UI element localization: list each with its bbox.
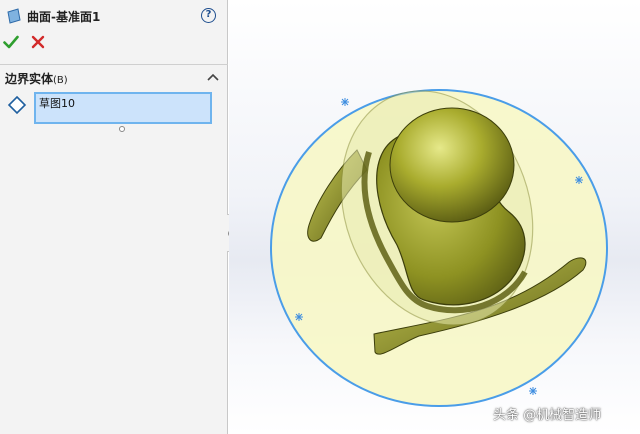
graphics-viewport[interactable] [229, 0, 640, 434]
model-head [389, 107, 515, 223]
chevron-up-icon[interactable] [207, 72, 219, 82]
listbox-resize-handle[interactable] [119, 126, 125, 132]
list-item[interactable]: 草图10 [39, 95, 75, 111]
feature-title-row: 曲面-基准面1 [6, 7, 100, 25]
close-icon[interactable] [30, 34, 46, 50]
model-view [270, 89, 608, 407]
help-icon[interactable]: ? [201, 8, 216, 23]
check-icon[interactable] [3, 34, 19, 50]
feature-title: 曲面-基准面1 [27, 9, 101, 24]
property-manager-panel: 曲面-基准面1 ? 边界实体(B) 草图10 [0, 0, 228, 434]
section-shortcut: (B) [53, 75, 68, 86]
section-divider [0, 64, 228, 65]
section-label: 边界实体 [5, 72, 54, 86]
boundary-entities-listbox[interactable]: 草图10 [34, 92, 212, 124]
watermark-text: 头条 @机械智造师 [493, 408, 602, 423]
boundary-diamond-icon [7, 95, 27, 115]
planar-surface-icon [7, 8, 21, 24]
section-header-boundary[interactable]: 边界实体(B) [5, 70, 68, 87]
